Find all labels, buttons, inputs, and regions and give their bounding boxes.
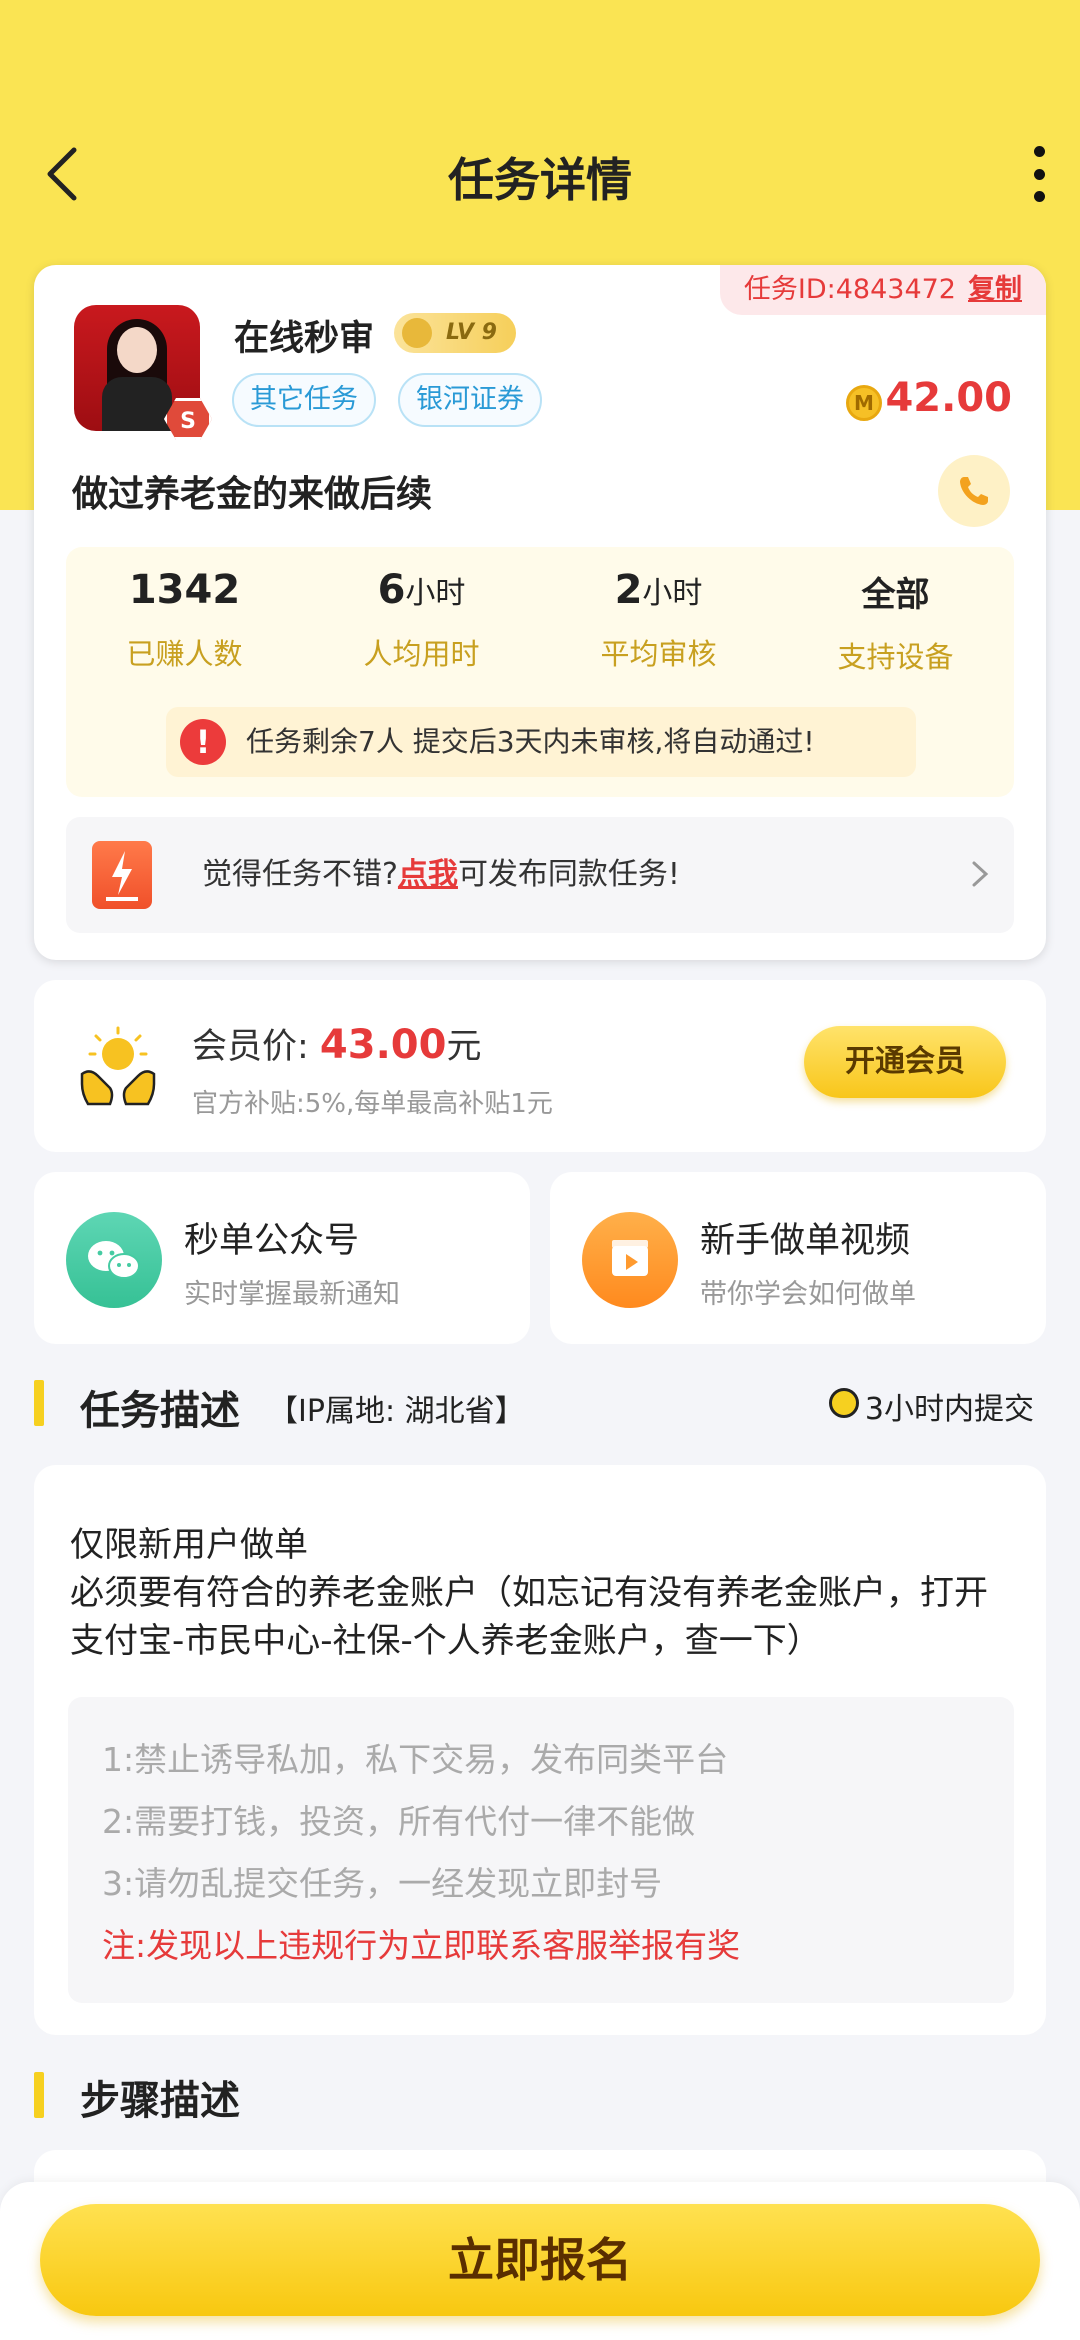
open-membership-button[interactable]: 开通会员 — [804, 1026, 1006, 1098]
member-price-unit: 元 — [446, 1027, 482, 1067]
hands-coin-icon — [76, 1024, 160, 1110]
description-text: 仅限新用户做单 必须要有符合的养老金账户（如忘记有没有养老金账户，打开支付宝-市… — [70, 1521, 1020, 1665]
task-id-badge: 任务ID:4843472 复制 — [719, 265, 1046, 315]
rule-item: 2:需要打钱，投资，所有代付一律不能做 — [102, 1802, 696, 1841]
bottom-bar: 立即报名 — [0, 2182, 1080, 2340]
submit-deadline: 3小时内提交 — [828, 1384, 1034, 1428]
level-badge: LV 9 — [394, 313, 516, 353]
coin-icon: M — [846, 385, 882, 421]
publish-text-pre: 觉得任务不错? — [202, 857, 398, 892]
stat-review: 2小时 平均审核 — [540, 567, 777, 673]
signup-button[interactable]: 立即报名 — [40, 2204, 1040, 2316]
official-account-sub: 实时掌握最新通知 — [184, 1279, 400, 1310]
stat-avg-time-value: 6 — [377, 567, 406, 613]
rule-item: 1:禁止诱导私加，私下交易，发布同类平台 — [102, 1740, 729, 1779]
stat-earned-label: 已赚人数 — [126, 637, 243, 671]
publish-same-task-banner[interactable]: 觉得任务不错?点我可发布同款任务! — [66, 817, 1014, 933]
task-price: 42.00 — [885, 375, 1012, 421]
member-card: 会员价: 43.00元 官方补贴:5%,每单最高补贴1元 开通会员 — [34, 980, 1046, 1152]
more-vertical-icon[interactable] — [1024, 146, 1054, 202]
rules-box: 1:禁止诱导私加，私下交易，发布同类平台 2:需要打钱，投资，所有代付一律不能做… — [68, 1697, 1014, 2003]
tag-galaxy-securities[interactable]: 银河证券 — [398, 373, 542, 427]
description-line: 必须要有符合的养老金账户（如忘记有没有养老金账户，打开支付宝-市民中心-社保-个… — [70, 1573, 988, 1661]
warning-icon: ! — [180, 719, 226, 765]
official-account-card[interactable]: 秒单公众号 实时掌握最新通知 — [34, 1172, 530, 1344]
copy-button[interactable]: 复制 — [968, 274, 1022, 305]
member-price-label: 会员价: — [192, 1027, 320, 1067]
task-card: 任务ID:4843472 复制 S 在线秒审 LV 9 其它任务 银河证券 M 4… — [34, 265, 1046, 960]
chevron-right-icon — [968, 857, 992, 891]
rule-warning: 注:发现以上违规行为立即联系客服举报有奖 — [102, 1926, 741, 1965]
wechat-icon — [66, 1212, 162, 1308]
notice-text: 任务剩余7人 提交后3天内未审核,将自动通过! — [246, 725, 815, 758]
page-title: 任务详情 — [448, 153, 632, 207]
stat-review-label: 平均审核 — [600, 637, 717, 671]
steps-title: 步骤描述 — [80, 2078, 240, 2124]
member-price-value: 43.00 — [319, 1022, 447, 1068]
member-subsidy: 官方补贴:5%,每单最高补贴1元 — [192, 1089, 553, 1119]
tag-other-task[interactable]: 其它任务 — [232, 373, 376, 427]
task-id-text: 任务ID:4843472 — [743, 274, 956, 305]
tutorial-video-sub: 带你学会如何做单 — [700, 1279, 916, 1310]
stat-devices: 全部 支持设备 — [777, 567, 1014, 676]
rule-item: 3:请勿乱提交任务，一经发现立即封号 — [102, 1864, 663, 1903]
level-text: LV 9 — [446, 320, 497, 345]
stat-devices-value: 全部 — [861, 575, 930, 615]
official-account-title: 秒单公众号 — [184, 1221, 360, 1261]
phone-icon[interactable] — [938, 455, 1010, 527]
medal-icon — [402, 318, 432, 348]
stat-avg-time-label: 人均用时 — [363, 637, 480, 671]
section-marker — [34, 1380, 44, 1426]
section-marker — [34, 2072, 44, 2118]
user-name: 在线秒审 — [234, 319, 375, 359]
lightning-icon — [92, 841, 152, 909]
stat-earned: 1342 已赚人数 — [66, 567, 303, 673]
task-stats: 1342 已赚人数 6小时 人均用时 2小时 平均审核 全部 支持设备 ! 任务… — [66, 547, 1014, 797]
stat-review-value: 2 — [614, 567, 643, 613]
header: 任务详情 — [0, 120, 1080, 230]
task-notice: ! 任务剩余7人 提交后3天内未审核,将自动通过! — [166, 707, 916, 777]
member-price: 会员价: 43.00元 — [192, 1018, 481, 1069]
description-line: 仅限新用户做单 — [70, 1525, 308, 1565]
stat-devices-label: 支持设备 — [837, 640, 954, 674]
publish-text-post: 可发布同款任务! — [457, 857, 680, 892]
stat-earned-value: 1342 — [128, 567, 241, 613]
publish-link[interactable]: 点我 — [398, 857, 458, 892]
task-description-card: 仅限新用户做单 必须要有符合的养老金账户（如忘记有没有养老金账户，打开支付宝-市… — [34, 1465, 1046, 2035]
stat-avg-time: 6小时 人均用时 — [303, 567, 540, 673]
clock-icon — [828, 1388, 859, 1418]
submit-deadline-text: 3小时内提交 — [864, 1392, 1034, 1427]
video-icon — [582, 1212, 678, 1308]
task-description-title: 任务描述 — [80, 1388, 240, 1434]
tutorial-video-card[interactable]: 新手做单视频 带你学会如何做单 — [550, 1172, 1046, 1344]
ip-location: 【IP属地: 湖北省】 — [268, 1394, 525, 1429]
tutorial-video-title: 新手做单视频 — [700, 1221, 911, 1261]
task-name: 做过养老金的来做后续 — [72, 474, 433, 515]
